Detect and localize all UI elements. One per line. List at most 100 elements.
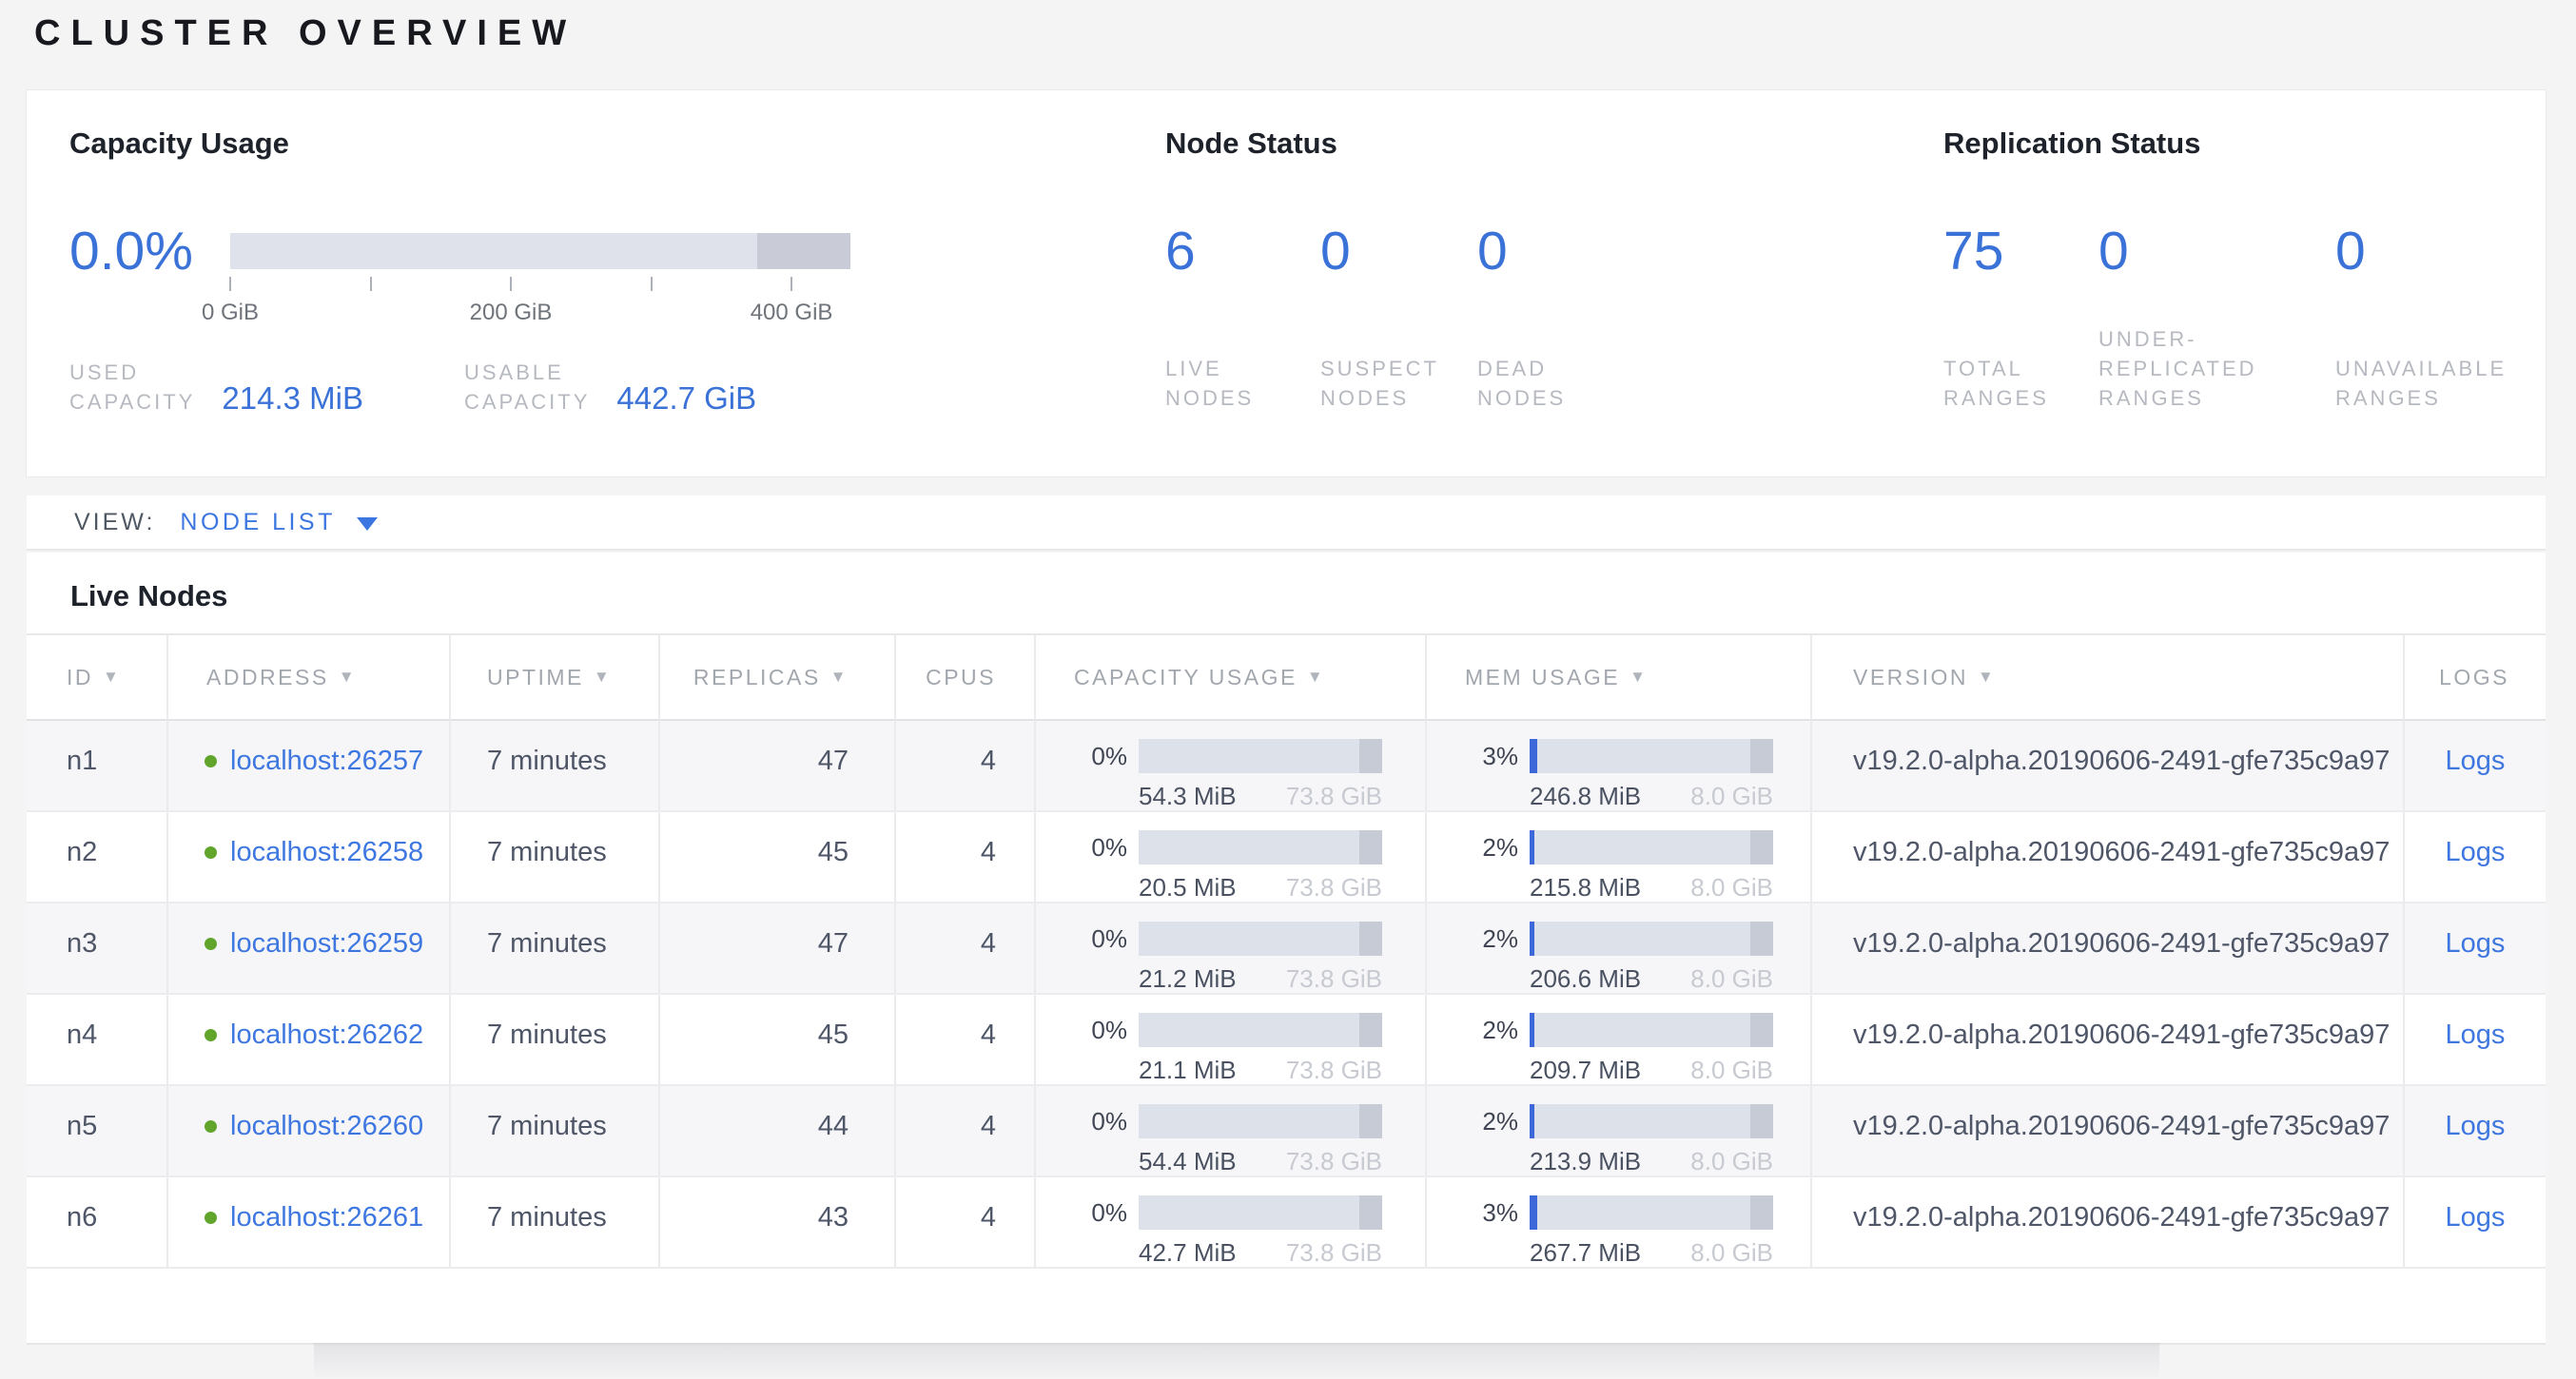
capacity-usage-cell: 0%21.1 MiB73.8 GiB [1036,995,1427,1086]
mem-usage-cell-values: 213.9 MiB8.0 GiB [1530,1147,1773,1176]
usage-percent: 2% [1465,1107,1530,1136]
stat-value: 0 [1320,223,1477,279]
mem-usage-cell-values: 267.7 MiB8.0 GiB [1530,1238,1773,1268]
usage-total-value: 8.0 GiB [1690,1238,1773,1268]
mem-usage-cell-values: 206.6 MiB8.0 GiB [1530,964,1773,994]
capacity-usage-cell-bar [1139,1104,1382,1138]
node-address-cell: localhost:26257 [168,721,451,812]
usage-total-value: 8.0 GiB [1690,782,1773,811]
mem-usage-cell-bar-row: 2% [1465,921,1810,957]
node-status-stats: 6LIVE NODES0SUSPECT NODES0DEAD NODES [1165,223,1658,413]
node-address-link[interactable]: localhost:26257 [230,746,423,776]
column-header-cpus: CPUS [896,633,1036,721]
node-address-cell: localhost:26260 [168,1086,451,1177]
live-status-icon [205,1212,217,1224]
capacity-usage-cell-values: 20.5 MiB73.8 GiB [1139,873,1382,903]
uptime-cell: 7 minutes [451,812,660,903]
usage-used-value: 54.3 MiB [1139,782,1237,811]
usage-used-value: 42.7 MiB [1139,1238,1237,1268]
capacity-usage-cell-values: 42.7 MiB73.8 GiB [1139,1238,1382,1268]
usage-reserved-segment [1750,1195,1773,1230]
node-address-link[interactable]: localhost:26260 [230,1111,423,1141]
logs-link[interactable]: Logs [2446,1111,2506,1141]
usage-reserved-segment [1359,830,1382,864]
capacity-usage-bar [230,233,850,269]
axis-tick [229,277,231,291]
usage-percent: 0% [1074,833,1139,863]
mem-usage-cell: 2%209.7 MiB8.0 GiB [1427,995,1812,1086]
capacity-usage-cell-bar-row: 0% [1074,1194,1425,1231]
capacity-usage-cell-values: 54.3 MiB73.8 GiB [1139,782,1382,811]
usage-fill-segment [1530,739,1537,773]
node-address-link[interactable]: localhost:26258 [230,837,423,867]
usage-used-value: 21.2 MiB [1139,964,1237,994]
usage-total-value: 8.0 GiB [1690,873,1773,903]
usage-reserved-segment [1359,1195,1382,1230]
usage-reserved-segment [1750,739,1773,773]
column-header-label: LOGS [2439,665,2509,690]
logs-link[interactable]: Logs [2446,1202,2506,1233]
uptime-cell: 7 minutes [451,1086,660,1177]
view-bar: VIEW: NODE LIST [27,495,2546,551]
replicas-cell: 44 [660,1086,896,1177]
usage-percent: 0% [1074,924,1139,954]
usage-total-value: 73.8 GiB [1286,1056,1382,1085]
node-address-link[interactable]: localhost:26259 [230,928,423,959]
logs-link[interactable]: Logs [2446,1020,2506,1050]
node-id-cell: n3 [27,903,168,995]
live-status-icon [205,938,217,950]
usage-used-value: 54.4 MiB [1139,1147,1237,1176]
node-id-cell: n1 [27,721,168,812]
sort-arrow-icon: ▼ [1978,668,1996,687]
usage-reserved-segment [1750,1104,1773,1138]
uptime-cell: 7 minutes [451,995,660,1086]
column-header-replicas[interactable]: REPLICAS▼ [660,633,896,721]
version-cell: v19.2.0-alpha.20190606-2491-gfe735c9a97 [1812,995,2405,1086]
usage-total-value: 8.0 GiB [1690,964,1773,994]
view-selector-dropdown[interactable]: NODE LIST [180,509,377,536]
stat-label: UNDER- REPLICATED RANGES [2098,324,2335,413]
usage-fill-segment [1530,922,1534,956]
view-label: VIEW: [74,509,155,536]
sort-arrow-icon: ▼ [103,668,121,687]
cpus-cell: 4 [896,903,1036,995]
version-cell: v19.2.0-alpha.20190606-2491-gfe735c9a97 [1812,721,2405,812]
usage-percent: 2% [1465,924,1530,954]
usage-used-value: 215.8 MiB [1530,873,1641,903]
column-header-mem-usage[interactable]: MEM USAGE▼ [1427,633,1812,721]
uptime-cell: 7 minutes [451,721,660,812]
node-address-link[interactable]: localhost:26261 [230,1202,423,1233]
column-header-label: CPUS [926,665,996,690]
logs-link[interactable]: Logs [2446,837,2506,867]
usage-percent: 0% [1074,1107,1139,1136]
capacity-usage-cell: 0%21.2 MiB73.8 GiB [1036,903,1427,995]
column-header-address[interactable]: ADDRESS▼ [168,633,451,721]
usage-total-value: 8.0 GiB [1690,1056,1773,1085]
usage-reserved-segment [1359,739,1382,773]
logs-link[interactable]: Logs [2446,746,2506,776]
usage-total-value: 73.8 GiB [1286,1147,1382,1176]
node-address-link[interactable]: localhost:26262 [230,1020,423,1050]
sort-arrow-icon: ▼ [339,668,357,687]
mem-usage-cell-values: 215.8 MiB 8.0 GiB [1530,873,1773,903]
usage-percent: 3% [1465,1198,1530,1228]
column-header-uptime[interactable]: UPTIME▼ [451,633,660,721]
logs-link[interactable]: Logs [2446,928,2506,959]
capacity-usage-cell-values: 21.2 MiB73.8 GiB [1139,964,1382,994]
column-header-version[interactable]: VERSION▼ [1812,633,2405,721]
column-header-label: REPLICAS [693,665,821,690]
usage-reserved-segment [1359,1013,1382,1047]
column-header-id[interactable]: ID▼ [27,633,168,721]
cpus-cell: 4 [896,1086,1036,1177]
mem-usage-cell-bar-row: 2% [1465,1103,1810,1139]
live-nodes-title: Live Nodes [70,579,227,613]
replication-stat: 0UNAVAILABLE RANGES [2335,223,2554,413]
capacity-usage-cell: 0%54.3 MiB73.8 GiB [1036,721,1427,812]
version-cell: v19.2.0-alpha.20190606-2491-gfe735c9a97 [1812,812,2405,903]
axis-tick-label: 0 GiB [202,300,259,326]
version-cell: v19.2.0-alpha.20190606-2491-gfe735c9a97 [1812,1177,2405,1269]
used-capacity-label: USED CAPACITY [69,358,195,417]
usage-fill-segment [1530,1104,1534,1138]
column-header-capacity-usage[interactable]: CAPACITY USAGE▼ [1036,633,1427,721]
replicas-cell: 47 [660,721,896,812]
